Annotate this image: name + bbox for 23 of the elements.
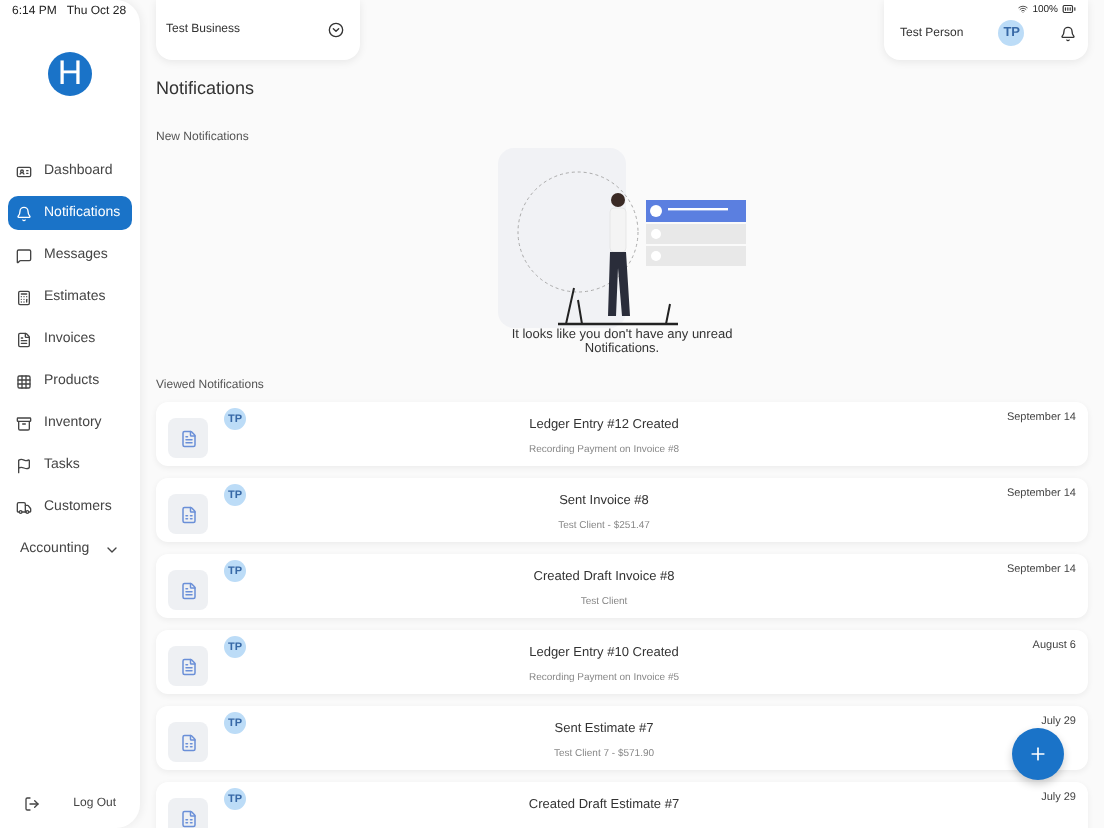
truck-icon [16,499,32,515]
app-logo: H [48,52,92,96]
chat-icon [16,247,32,263]
battery-icon [1062,2,1076,16]
calculator-icon [16,289,32,305]
grid-icon [16,373,32,389]
plus-icon [1028,744,1048,764]
flag-icon [16,457,32,473]
spreadsheet-icon [179,733,197,751]
logout-icon [24,796,40,812]
id-card-icon [16,163,32,179]
document-icon [16,331,32,347]
document-icon [179,657,197,675]
bell-icon [16,205,32,221]
archive-icon [16,415,32,431]
spreadsheet-icon [179,505,197,523]
bell-icon[interactable] [1060,25,1076,41]
chevron-icon [328,22,344,38]
wifi-icon [1018,4,1029,14]
page-title: Notifications [156,78,257,98]
document-icon [179,581,197,599]
document-icon [179,429,197,447]
spreadsheet-icon [179,809,197,827]
